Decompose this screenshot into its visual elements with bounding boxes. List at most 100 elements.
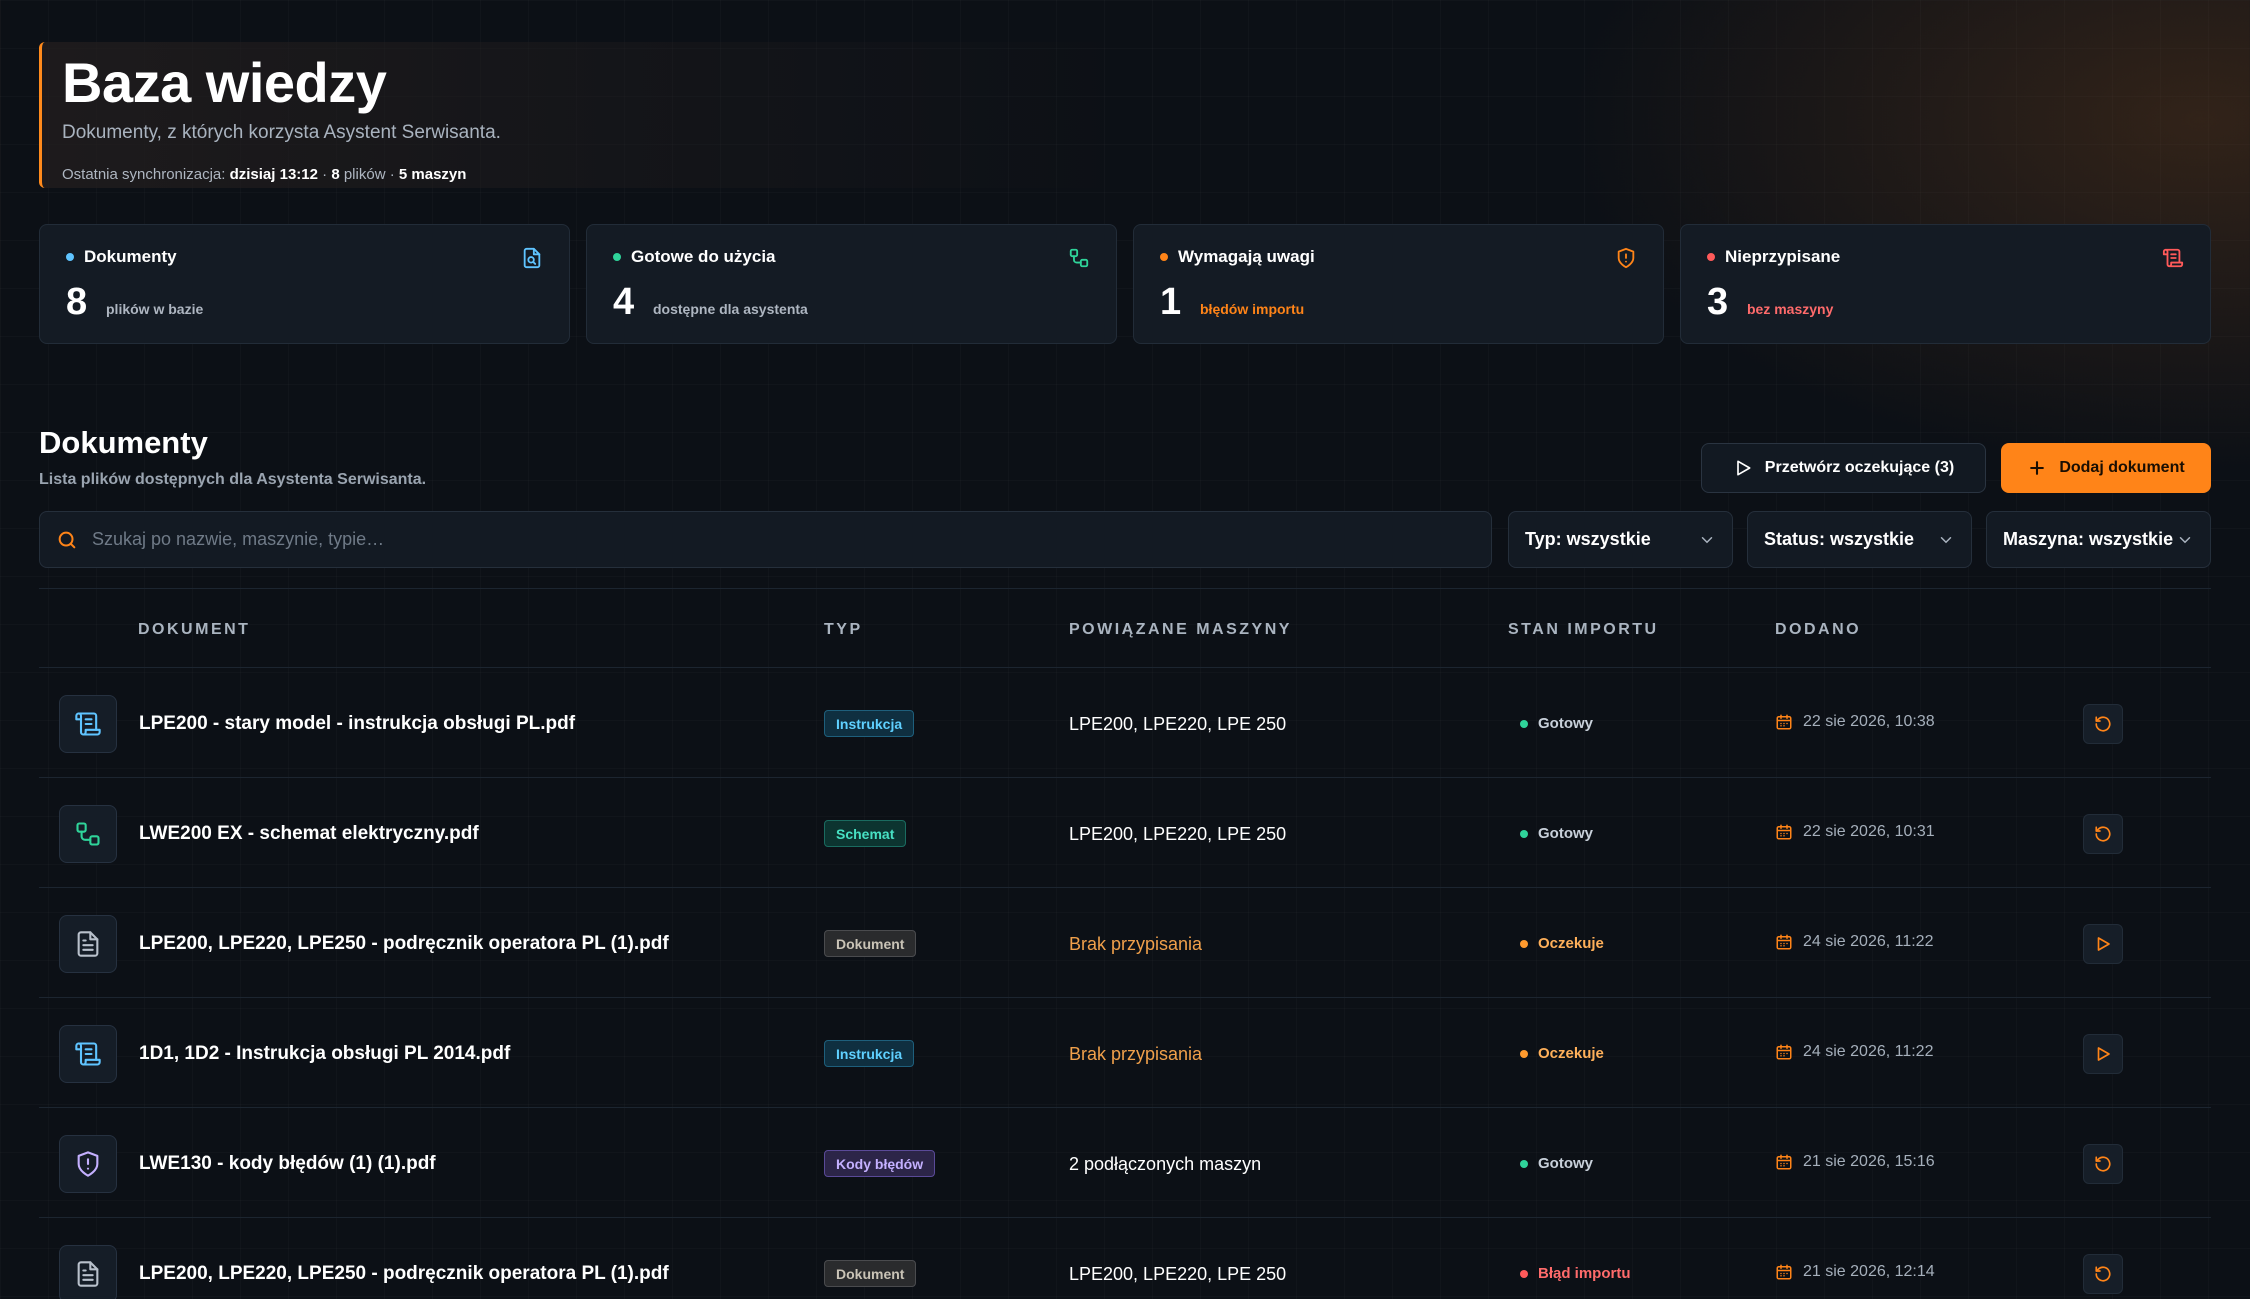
plus-icon [2030, 461, 2045, 475]
section-title: Dokumenty [39, 425, 208, 460]
reprocess-button[interactable] [2083, 1144, 2123, 1184]
document-type-icon [59, 1245, 117, 1299]
reprocess-icon [2095, 1156, 2111, 1172]
stat-value: 1 [1160, 281, 1182, 323]
import-status-label: Oczekuje [1538, 935, 1604, 952]
document-name[interactable]: LPE200, LPE220, LPE250 - podręcznik oper… [139, 933, 669, 955]
import-status: Gotowy [1520, 715, 1593, 732]
page-subtitle: Dokumenty, z których korzysta Asystent S… [62, 122, 501, 143]
add-document-button[interactable]: Dodaj dokument [2001, 443, 2211, 493]
workflow-icon [76, 822, 100, 846]
linked-machines: Brak przypisania [1069, 1044, 1203, 1064]
added-date: 21 sie 2026, 15:16 [1775, 1153, 1935, 1171]
calendar-icon [1776, 1154, 1792, 1170]
search-box[interactable] [39, 511, 1492, 568]
column-header-status[interactable]: STAN IMPORTU [1508, 621, 1659, 639]
sync-label: Ostatnia synchronizacja: [62, 166, 226, 183]
type-badge: Kody błędów [824, 1150, 936, 1177]
import-status-label: Gotowy [1538, 715, 1593, 732]
stat-card-attention: Wymagają uwagi 1 błędów importu [1133, 224, 1664, 344]
linked-machines: LPE200, LPE220, LPE 250 [1069, 714, 1287, 734]
search-icon [58, 531, 76, 548]
table-row[interactable]: LPE200, LPE220, LPE250 - podręcznik oper… [39, 888, 2211, 998]
table-row[interactable]: LWE200 EX - schemat elektryczny.pdf Sche… [39, 778, 2211, 888]
add-document-label: Dodaj dokument [2059, 459, 2185, 476]
section-subtitle: Lista plików dostępnych dla Asystenta Se… [39, 471, 427, 488]
linked-machines: LPE200, LPE220, LPE 250 [1069, 824, 1287, 844]
table-row[interactable]: LWE130 - kody błędów (1) (1).pdf Kody bł… [39, 1108, 2211, 1218]
added-date: 21 sie 2026, 12:14 [1775, 1263, 1935, 1281]
document-type-icon [59, 1135, 117, 1193]
added-date: 22 sie 2026, 10:38 [1775, 713, 1935, 731]
import-status: Gotowy [1520, 825, 1593, 842]
column-header-document[interactable]: DOKUMENT [138, 621, 250, 639]
file-text-icon [77, 1261, 99, 1287]
calendar-icon [1776, 714, 1792, 730]
document-name[interactable]: LWE200 EX - schemat elektryczny.pdf [139, 823, 479, 845]
file-unit: plików [343, 166, 386, 183]
import-status-label: Gotowy [1538, 825, 1593, 842]
process-button[interactable] [2083, 1034, 2123, 1074]
document-name[interactable]: LPE200, LPE220, LPE250 - podręcznik oper… [139, 1263, 669, 1285]
status-dot [1707, 253, 1715, 261]
linked-machines: Brak przypisania [1069, 934, 1203, 954]
document-type-icon [59, 695, 117, 753]
status-dot [1520, 1049, 1528, 1058]
chevron-down-icon [1940, 536, 1952, 543]
calendar-icon [1776, 824, 1792, 840]
added-date-label: 21 sie 2026, 15:16 [1803, 1153, 1935, 1170]
sync-time: dzisiaj 13:12 [229, 166, 318, 183]
column-header-machines[interactable]: POWIĄZANE MASZYNY [1069, 621, 1292, 639]
search-input[interactable] [92, 529, 1442, 550]
status-dot [1520, 1159, 1528, 1168]
document-name[interactable]: LPE200 - stary model - instrukcja obsług… [139, 713, 575, 735]
play-icon [2097, 937, 2110, 951]
stat-card-unassigned: Nieprzypisane 3 bez maszyny [1680, 224, 2211, 344]
stat-description: bez maszyny [1747, 301, 1834, 317]
table-row[interactable]: LPE200, LPE220, LPE250 - podręcznik oper… [39, 1218, 2211, 1299]
machine-filter-select[interactable]: Maszyna: wszystkie [1986, 511, 2211, 568]
column-header-added[interactable]: DODANO [1775, 621, 1861, 639]
reprocess-button[interactable] [2083, 704, 2123, 744]
scroll-icon [2162, 248, 2184, 268]
machine-filter-label: Maszyna: wszystkie [2003, 529, 2174, 549]
reprocess-button[interactable] [2083, 1254, 2123, 1294]
import-status-label: Oczekuje [1538, 1045, 1604, 1062]
status-dot [1520, 829, 1528, 838]
stat-label: Nieprzypisane [1725, 247, 1841, 266]
reprocess-button[interactable] [2083, 814, 2123, 854]
import-status: Błąd importu [1520, 1265, 1631, 1282]
type-filter-label: Typ: wszystkie [1525, 529, 1651, 549]
status-dot [1520, 719, 1528, 728]
stat-card-documents: Dokumenty 8 plików w bazie [39, 224, 570, 344]
sync-separator: · [389, 166, 395, 183]
added-date: 24 sie 2026, 11:22 [1775, 1043, 1933, 1061]
status-dot [1160, 253, 1168, 261]
status-dot [1520, 939, 1528, 948]
document-type-icon [59, 805, 117, 863]
stat-label: Wymagają uwagi [1178, 247, 1315, 266]
calendar-icon [1776, 1044, 1792, 1060]
stat-description: dostępne dla asystenta [653, 301, 808, 317]
added-date: 22 sie 2026, 10:31 [1775, 823, 1935, 841]
documents-table: DOKUMENT TYP POWIĄZANE MASZYNY STAN IMPO… [39, 588, 2211, 1299]
type-filter-select[interactable]: Typ: wszystkie [1508, 511, 1733, 568]
workflow-icon [1069, 248, 1089, 268]
stat-label: Dokumenty [84, 247, 177, 266]
status-filter-select[interactable]: Status: wszystkie [1747, 511, 1972, 568]
added-date-label: 22 sie 2026, 10:38 [1803, 713, 1935, 730]
scroll-icon [75, 1042, 101, 1066]
process-button[interactable] [2083, 924, 2123, 964]
table-row[interactable]: 1D1, 1D2 - Instrukcja obsługi PL 2014.pd… [39, 998, 2211, 1108]
table-header: DOKUMENT TYP POWIĄZANE MASZYNY STAN IMPO… [39, 588, 2211, 668]
process-pending-button[interactable]: Przetwórz oczekujące (3) [1701, 443, 1986, 493]
table-row[interactable]: LPE200 - stary model - instrukcja obsług… [39, 668, 2211, 778]
file-count: 8 [331, 166, 340, 183]
type-badge: Instrukcja [824, 1040, 915, 1067]
process-pending-label: Przetwórz oczekujące (3) [1764, 459, 1955, 476]
sync-info: Ostatnia synchronizacja: dzisiaj 13:12 ·… [62, 166, 1139, 183]
document-name[interactable]: 1D1, 1D2 - Instrukcja obsługi PL 2014.pd… [139, 1043, 510, 1065]
document-type-icon [59, 915, 117, 973]
document-name[interactable]: LWE130 - kody błędów (1) (1).pdf [139, 1153, 436, 1175]
column-header-type[interactable]: TYP [824, 621, 863, 639]
